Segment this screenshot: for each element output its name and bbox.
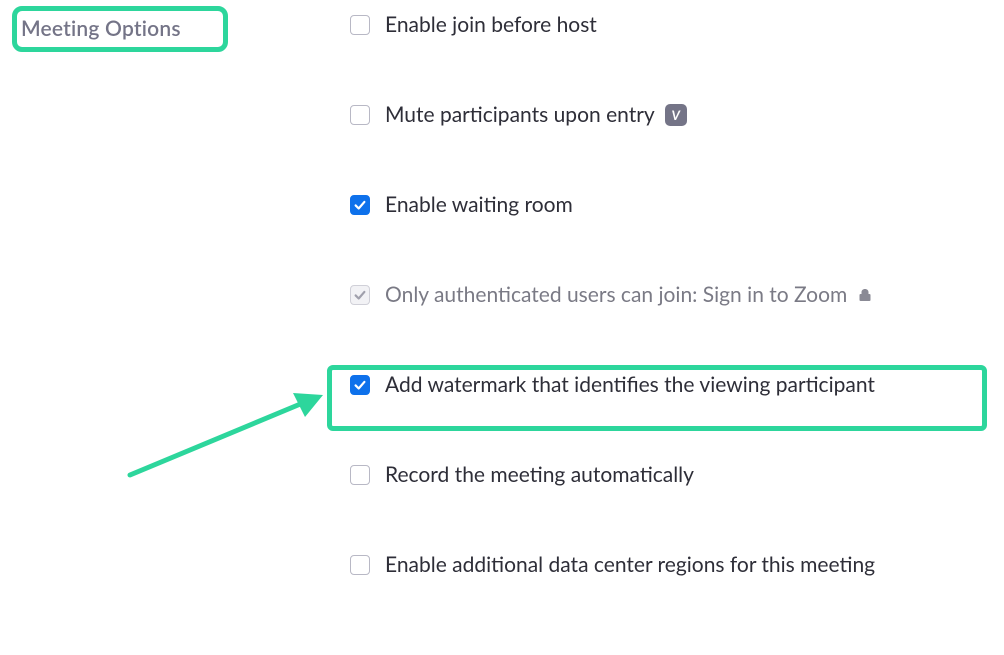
option-enable-waiting-room: Enable waiting room [350,191,875,218]
option-authenticated-users: Only authenticated users can join: Sign … [350,281,875,308]
options-list: Enable join before host Mute participant… [350,11,875,578]
checkbox-add-watermark[interactable] [350,375,370,395]
option-data-center-regions: Enable additional data center regions fo… [350,551,875,578]
meeting-options-panel: Meeting Options Enable join before host … [0,0,1004,655]
option-mute-participants: Mute participants upon entry V [350,101,875,128]
check-icon [353,378,367,392]
option-label: Add watermark that identifies the viewin… [385,374,875,395]
checkbox-data-center-regions[interactable] [350,555,370,575]
section-title: Meeting Options [21,16,181,41]
check-icon [353,288,367,302]
option-label: Record the meeting automatically [385,464,694,485]
checkbox-enable-waiting-room[interactable] [350,195,370,215]
arrow-annotation-icon [115,370,340,490]
checkbox-enable-join-before-host[interactable] [350,15,370,35]
option-enable-join-before-host: Enable join before host [350,11,875,38]
option-add-watermark: Add watermark that identifies the viewin… [350,371,875,398]
option-label: Mute participants upon entry [385,104,655,125]
checkbox-record-automatically[interactable] [350,465,370,485]
lock-icon [859,288,871,302]
option-record-automatically: Record the meeting automatically [350,461,875,488]
option-label: Enable join before host [385,14,597,35]
info-badge-icon: V [665,104,687,126]
checkbox-mute-participants[interactable] [350,105,370,125]
checkbox-authenticated-users [350,285,370,305]
option-label: Enable additional data center regions fo… [385,554,875,575]
option-label: Only authenticated users can join: Sign … [385,284,847,305]
check-icon [353,198,367,212]
option-label: Enable waiting room [385,194,573,215]
